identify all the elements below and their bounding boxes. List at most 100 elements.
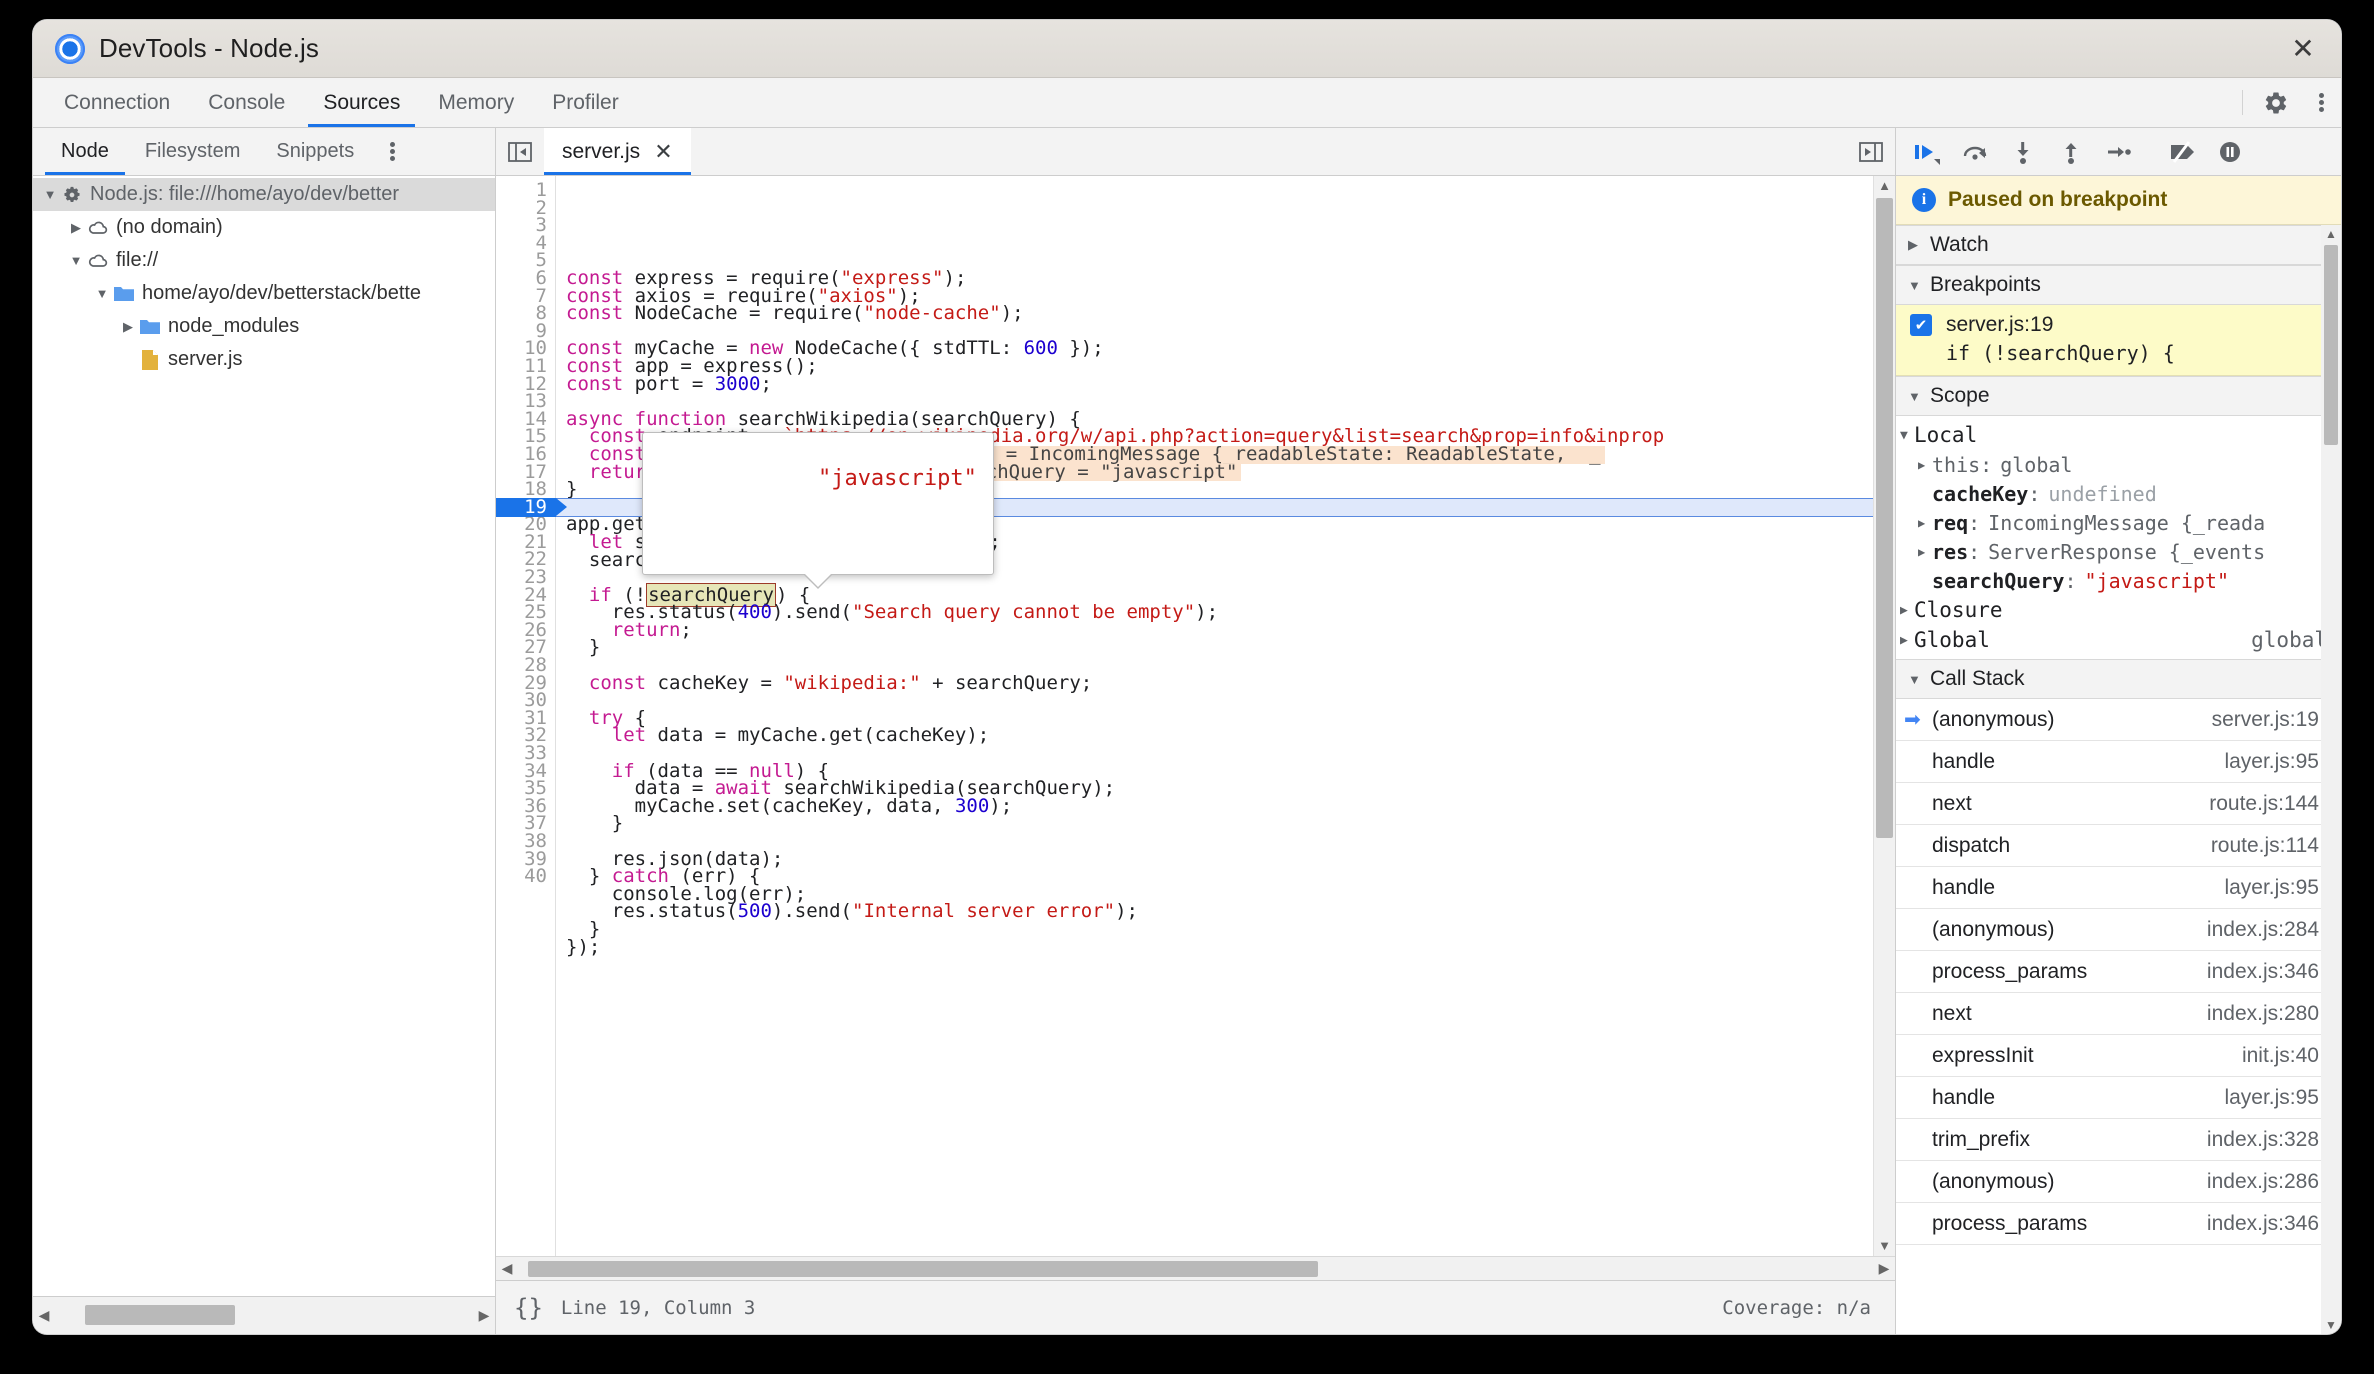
scroll-down-icon[interactable]: ▼	[2321, 1318, 2341, 1332]
editor-hscroll-thumb[interactable]	[528, 1261, 1318, 1277]
code-line[interactable]: const port = 3000;	[566, 374, 1895, 394]
debugger-sections[interactable]: ▶ Watch ▼ Breakpoints ✔ server.js:19 if …	[1896, 225, 2341, 1334]
show-navigator-icon[interactable]	[496, 128, 544, 175]
call-stack-row[interactable]: handle layer.js:95	[1896, 1077, 2341, 1119]
call-stack-row[interactable]: next index.js:280	[1896, 993, 2341, 1035]
section-call-stack[interactable]: ▼ Call Stack	[1896, 659, 2341, 699]
code-line[interactable]: }	[566, 814, 1895, 833]
code-line[interactable]	[566, 692, 1895, 710]
scroll-up-icon[interactable]: ▲	[1874, 176, 1895, 196]
call-stack-row[interactable]: handle layer.js:95	[1896, 867, 2341, 909]
nav-tab-node[interactable]: Node	[43, 128, 127, 175]
code-line[interactable]: const NodeCache = require("node-cache");	[566, 304, 1895, 323]
code-line[interactable]: res.json(data);	[566, 849, 1895, 869]
tree-item-project-folder[interactable]: ▼ home/ayo/dev/betterstack/bette	[33, 277, 495, 310]
step-icon[interactable]	[2096, 132, 2142, 172]
editor-vertical-scrollbar[interactable]: ▲ ▼	[1873, 176, 1895, 1256]
call-stack-row[interactable]: expressInit init.js:40	[1896, 1035, 2341, 1077]
scope-group-closure[interactable]: ▶ Closure	[1896, 595, 2341, 625]
scope-var-req[interactable]: ▶ req: IncomingMessage {_reada	[1896, 508, 2341, 537]
code-line[interactable]	[566, 956, 1895, 974]
tree-item-node-root[interactable]: ▼ Node.js: file:///home/ayo/dev/better	[33, 178, 495, 211]
breakpoint-item[interactable]: ✔ server.js:19 if (!searchQuery) {	[1896, 305, 2341, 376]
chevron-down-icon[interactable]: ▼	[1908, 278, 1922, 293]
debugger-vertical-scrollbar[interactable]: ▲ ▼	[2321, 225, 2341, 1334]
code-line[interactable]: const cacheKey = "wikipedia:" + searchQu…	[566, 673, 1895, 693]
tab-profiler[interactable]: Profiler	[533, 78, 638, 127]
pretty-print-icon[interactable]: {}	[514, 1294, 543, 1322]
code-line[interactable]: myCache.set(cacheKey, data, 300);	[566, 796, 1895, 816]
call-stack-row[interactable]: trim_prefix index.js:328	[1896, 1119, 2341, 1161]
chevron-right-icon[interactable]: ▶	[67, 220, 85, 236]
call-stack-row[interactable]: next route.js:144	[1896, 783, 2341, 825]
call-stack-row[interactable]: process_params index.js:346	[1896, 951, 2341, 993]
nav-tab-filesystem[interactable]: Filesystem	[127, 128, 259, 175]
scroll-right-icon[interactable]: ▶	[1873, 1260, 1895, 1277]
chevron-down-icon[interactable]: ▼	[93, 286, 111, 301]
chevron-down-icon[interactable]: ▼	[67, 253, 85, 268]
code-line[interactable]: res.status(400).send("Search query canno…	[566, 603, 1895, 622]
tree-item-no-domain[interactable]: ▶ (no domain)	[33, 211, 495, 244]
scroll-down-icon[interactable]: ▼	[1874, 1236, 1895, 1256]
call-stack-row[interactable]: ➡ (anonymous) server.js:19	[1896, 699, 2341, 741]
tree-item-file-protocol[interactable]: ▼ file://	[33, 244, 495, 277]
show-debugger-icon[interactable]	[1847, 128, 1895, 175]
close-icon[interactable]: ✕	[654, 139, 672, 165]
navigator-horizontal-scrollbar[interactable]: ◀ ▶	[33, 1296, 495, 1334]
code-line[interactable]: }	[566, 919, 1895, 939]
tab-console[interactable]: Console	[189, 78, 304, 127]
chevron-right-icon[interactable]: ▶	[1908, 237, 1922, 253]
call-stack-row[interactable]: (anonymous) index.js:284	[1896, 909, 2341, 951]
call-stack-row[interactable]: process_params index.js:346	[1896, 1203, 2341, 1245]
nav-tab-snippets[interactable]: Snippets	[258, 128, 372, 175]
tab-sources[interactable]: Sources	[304, 78, 419, 127]
navigator-scroll-thumb[interactable]	[85, 1305, 235, 1325]
tree-item-node-modules[interactable]: ▶ node_modules	[33, 310, 495, 343]
pause-on-exceptions-icon[interactable]	[2207, 132, 2253, 172]
close-icon[interactable]: ✕	[2283, 29, 2323, 69]
chevron-down-icon[interactable]: ▼	[1900, 428, 1914, 443]
editor-scroll-thumb[interactable]	[1876, 198, 1893, 838]
call-stack-row[interactable]: (anonymous) index.js:286	[1896, 1161, 2341, 1203]
code-editor[interactable]: 1234567891011121314151617181920212223242…	[496, 176, 1895, 1256]
breakpoint-checkbox[interactable]: ✔	[1910, 314, 1932, 336]
breakpoint-line-number-marker[interactable]: 19	[496, 497, 567, 517]
section-scope[interactable]: ▼ Scope	[1896, 376, 2341, 416]
call-stack-row[interactable]: dispatch route.js:114	[1896, 825, 2341, 867]
line-number-gutter[interactable]: 1234567891011121314151617181920212223242…	[496, 176, 556, 1256]
line-number[interactable]: 40	[496, 867, 547, 886]
tab-connection[interactable]: Connection	[45, 78, 189, 127]
editor-hscroll-track[interactable]	[518, 1257, 1873, 1280]
deactivate-breakpoints-icon[interactable]	[2159, 132, 2205, 172]
code-line[interactable]: let data = myCache.get(cacheKey);	[566, 726, 1895, 745]
chevron-down-icon[interactable]: ▼	[41, 187, 59, 202]
navigator-scroll-track[interactable]	[55, 1297, 473, 1334]
chevron-right-icon[interactable]: ▶	[119, 319, 137, 335]
chevron-right-icon[interactable]: ▶	[1918, 516, 1932, 530]
scope-group-local[interactable]: ▼ Local	[1896, 420, 2341, 450]
code-content[interactable]: const express = require("express"); const…	[556, 176, 1895, 1256]
step-over-icon[interactable]	[1952, 132, 1998, 172]
scope-var-this[interactable]: ▶ this: global	[1896, 450, 2341, 479]
code-line[interactable]: }	[566, 638, 1895, 657]
navigator-more-icon[interactable]	[372, 128, 412, 175]
chevron-right-icon[interactable]: ▶	[1918, 545, 1932, 559]
scroll-up-icon[interactable]: ▲	[2321, 225, 2341, 243]
kebab-menu-icon[interactable]	[2301, 78, 2341, 127]
chevron-down-icon[interactable]: ▼	[1908, 389, 1922, 404]
scroll-left-icon[interactable]: ◀	[496, 1260, 518, 1277]
chevron-right-icon[interactable]: ▶	[1918, 458, 1932, 472]
tree-item-server-js[interactable]: ▶ server.js	[33, 343, 495, 376]
scroll-right-icon[interactable]: ▶	[473, 1307, 495, 1324]
file-tab-server-js[interactable]: server.js ✕	[544, 128, 691, 175]
code-line[interactable]: return;	[566, 620, 1895, 640]
gear-icon[interactable]	[2251, 78, 2301, 127]
scope-var-res[interactable]: ▶ res: ServerResponse {_events	[1896, 537, 2341, 566]
scope-var-cachekey[interactable]: ▶ cacheKey: undefined	[1896, 479, 2341, 508]
scroll-left-icon[interactable]: ◀	[33, 1307, 55, 1324]
tab-memory[interactable]: Memory	[419, 78, 533, 127]
scope-var-searchquery[interactable]: ▶ searchQuery: "javascript"	[1896, 566, 2341, 595]
chevron-right-icon[interactable]: ▶	[1900, 633, 1914, 648]
code-line[interactable]: res.status(500).send("Internal server er…	[566, 902, 1895, 921]
chevron-down-icon[interactable]: ▼	[1908, 672, 1922, 687]
